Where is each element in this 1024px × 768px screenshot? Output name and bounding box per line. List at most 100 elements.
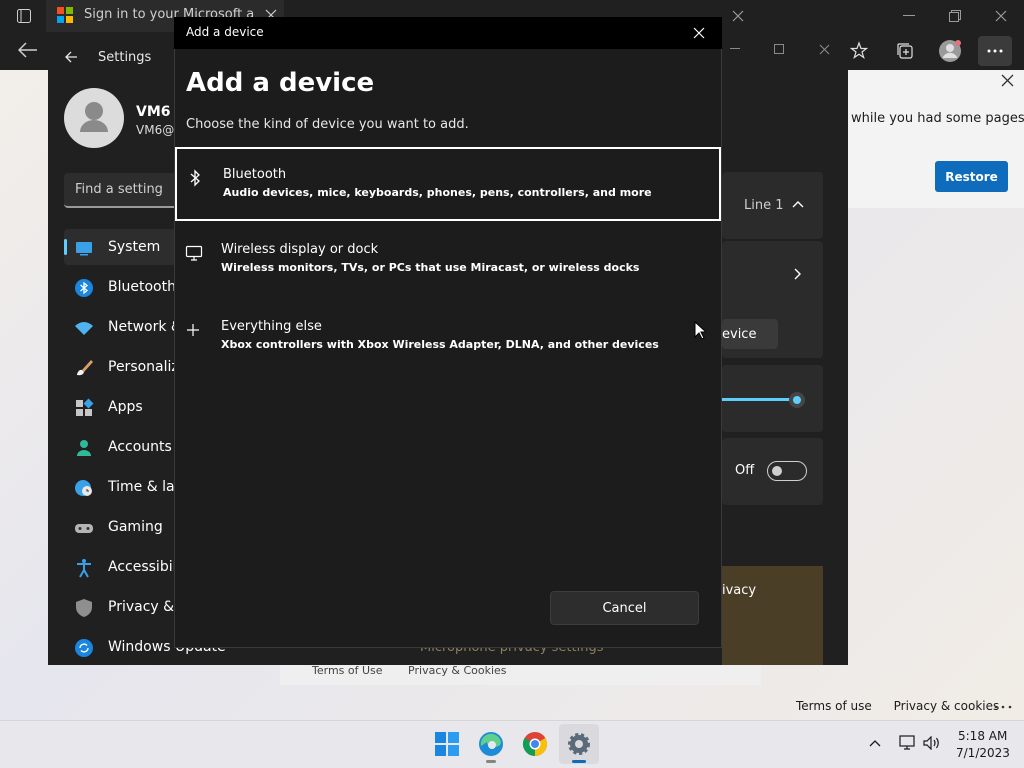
option-wireless-display[interactable]: Wireless display or dock Wireless monito… xyxy=(175,224,721,298)
settings-running-indicator xyxy=(572,760,586,763)
cancel-button[interactable]: Cancel xyxy=(550,591,699,625)
option-description: Audio devices, mice, keyboards, phones, … xyxy=(223,186,652,199)
sidebar-item-windows-update[interactable]: Windows Update xyxy=(64,629,226,665)
time-language-icon xyxy=(74,478,94,498)
avatar[interactable] xyxy=(64,88,124,148)
restore-panel-close-icon[interactable] xyxy=(1001,74,1014,87)
collections-icon[interactable] xyxy=(895,41,915,61)
clock-date[interactable]: 7/1/2023 xyxy=(956,746,1010,760)
edge-running-indicator xyxy=(486,760,496,763)
sidebar-item-label: Network & xyxy=(108,319,182,335)
volume-icon[interactable] xyxy=(923,736,941,750)
dialog-titlebar-text: Add a device xyxy=(186,25,264,39)
settings-close-icon[interactable] xyxy=(819,44,830,55)
desktop-more-icon[interactable] xyxy=(994,705,1014,709)
monitor-icon xyxy=(185,244,203,262)
sidebar-item-label: Bluetooth xyxy=(108,279,176,295)
privacy-card xyxy=(722,566,823,665)
start-icon[interactable] xyxy=(431,728,463,760)
sidebar-item-time-language[interactable]: Time & lan xyxy=(64,469,183,505)
more-options-button[interactable] xyxy=(978,36,1012,66)
settings-maximize-icon[interactable] xyxy=(774,44,784,54)
restore-button[interactable]: Restore xyxy=(935,161,1008,192)
line-label: Line 1 xyxy=(744,198,784,213)
sidebar-item-accounts[interactable]: Accounts xyxy=(64,429,176,465)
sidebar-item-label: Time & lan xyxy=(108,479,184,495)
accessibility-icon xyxy=(74,558,94,578)
network-icon xyxy=(74,318,94,338)
profile-icon[interactable] xyxy=(938,39,962,63)
sidebar-item-label: Gaming xyxy=(108,519,163,535)
minimize-icon[interactable] xyxy=(903,15,915,17)
microsoft-logo-icon xyxy=(57,7,73,23)
chrome-icon[interactable] xyxy=(519,728,551,760)
sidebar-item-privacy[interactable]: Privacy & s xyxy=(64,589,186,625)
tab-actions-icon[interactable] xyxy=(16,8,32,24)
restore-message: while you had some pages xyxy=(851,111,1024,126)
dialog-heading: Add a device xyxy=(186,68,375,98)
mouse-cursor-icon xyxy=(694,321,706,340)
add-device-button-label: evice xyxy=(722,326,757,342)
account-email: VM6@ xyxy=(136,123,174,137)
network-status-icon[interactable] xyxy=(899,735,917,751)
settings-back-icon[interactable] xyxy=(64,50,78,64)
apps-icon xyxy=(74,398,94,418)
edge-icon[interactable] xyxy=(475,728,507,760)
browser-close-icon[interactable] xyxy=(995,10,1007,22)
option-description: Xbox controllers with Xbox Wireless Adap… xyxy=(221,338,659,351)
sidebar-item-system[interactable]: System xyxy=(64,229,176,265)
favorites-icon[interactable] xyxy=(850,41,870,61)
sidebar-item-apps[interactable]: Apps xyxy=(64,389,176,425)
plus-icon xyxy=(185,321,201,339)
option-everything-else[interactable]: Everything else Xbox controllers with Xb… xyxy=(175,301,721,375)
restore-down-icon[interactable] xyxy=(949,10,961,22)
option-title: Wireless display or dock xyxy=(221,242,379,257)
desktop-terms-link[interactable]: Terms of use xyxy=(796,699,872,713)
sidebar-item-accessibility[interactable]: Accessibilit xyxy=(64,549,186,585)
toggle-switch[interactable] xyxy=(767,461,807,481)
volume-slider-thumb[interactable] xyxy=(789,392,805,408)
sidebar-item-bluetooth[interactable]: Bluetooth xyxy=(64,269,176,305)
clock-time[interactable]: 5:18 AM xyxy=(958,729,1007,743)
user-icon xyxy=(80,102,108,132)
desktop-privacy-link[interactable]: Privacy & cookies xyxy=(894,699,1000,713)
privacy-cookies-link[interactable]: Privacy & Cookies xyxy=(408,664,506,677)
option-title: Bluetooth xyxy=(223,167,287,182)
toggle-state-label: Off xyxy=(735,463,755,478)
sidebar-item-label: System xyxy=(108,239,161,255)
dialog-close-icon[interactable] xyxy=(693,27,705,39)
windows-update-icon xyxy=(74,638,94,658)
sidebar-item-label: Accounts xyxy=(108,439,172,455)
settings-title: Settings xyxy=(98,50,152,65)
accounts-icon xyxy=(74,438,94,458)
gaming-icon xyxy=(74,518,94,538)
settings-icon[interactable] xyxy=(563,728,595,760)
show-hidden-icons-icon[interactable] xyxy=(869,739,881,747)
back-icon[interactable] xyxy=(18,42,38,58)
volume-slider-track[interactable] xyxy=(722,398,796,401)
desktop-links: Terms of use Privacy & cookies xyxy=(796,699,1017,713)
settings-minimize-icon[interactable] xyxy=(730,48,740,50)
sidebar-item-personalization[interactable]: Personaliza xyxy=(64,349,187,385)
second-tab-close-icon[interactable] xyxy=(732,10,744,22)
option-description: Wireless monitors, TVs, or PCs that use … xyxy=(221,261,640,274)
background-window-footer: Terms of Use Privacy & Cookies xyxy=(312,664,529,677)
personalization-icon xyxy=(74,358,94,378)
add-device-button[interactable]: evice xyxy=(722,319,778,349)
dialog-subtitle: Choose the kind of device you want to ad… xyxy=(186,117,469,132)
chevron-up-icon[interactable] xyxy=(792,200,804,208)
sidebar-item-network[interactable]: Network & xyxy=(64,309,182,345)
option-bluetooth[interactable]: Bluetooth Audio devices, mice, keyboards… xyxy=(175,147,721,221)
system-icon xyxy=(74,238,94,258)
option-title: Everything else xyxy=(221,319,322,334)
terms-of-use-link[interactable]: Terms of Use xyxy=(312,664,383,677)
privacy-card-label: ivacy xyxy=(722,583,757,598)
privacy-icon xyxy=(74,598,94,618)
account-name: VM6 xyxy=(136,104,171,120)
bluetooth-icon xyxy=(74,278,94,298)
bluetooth-icon xyxy=(187,169,203,187)
chevron-right-icon[interactable] xyxy=(794,268,802,280)
sidebar-item-gaming[interactable]: Gaming xyxy=(64,509,176,545)
search-placeholder: Find a setting xyxy=(75,182,163,197)
sidebar-item-label: Apps xyxy=(108,399,143,415)
